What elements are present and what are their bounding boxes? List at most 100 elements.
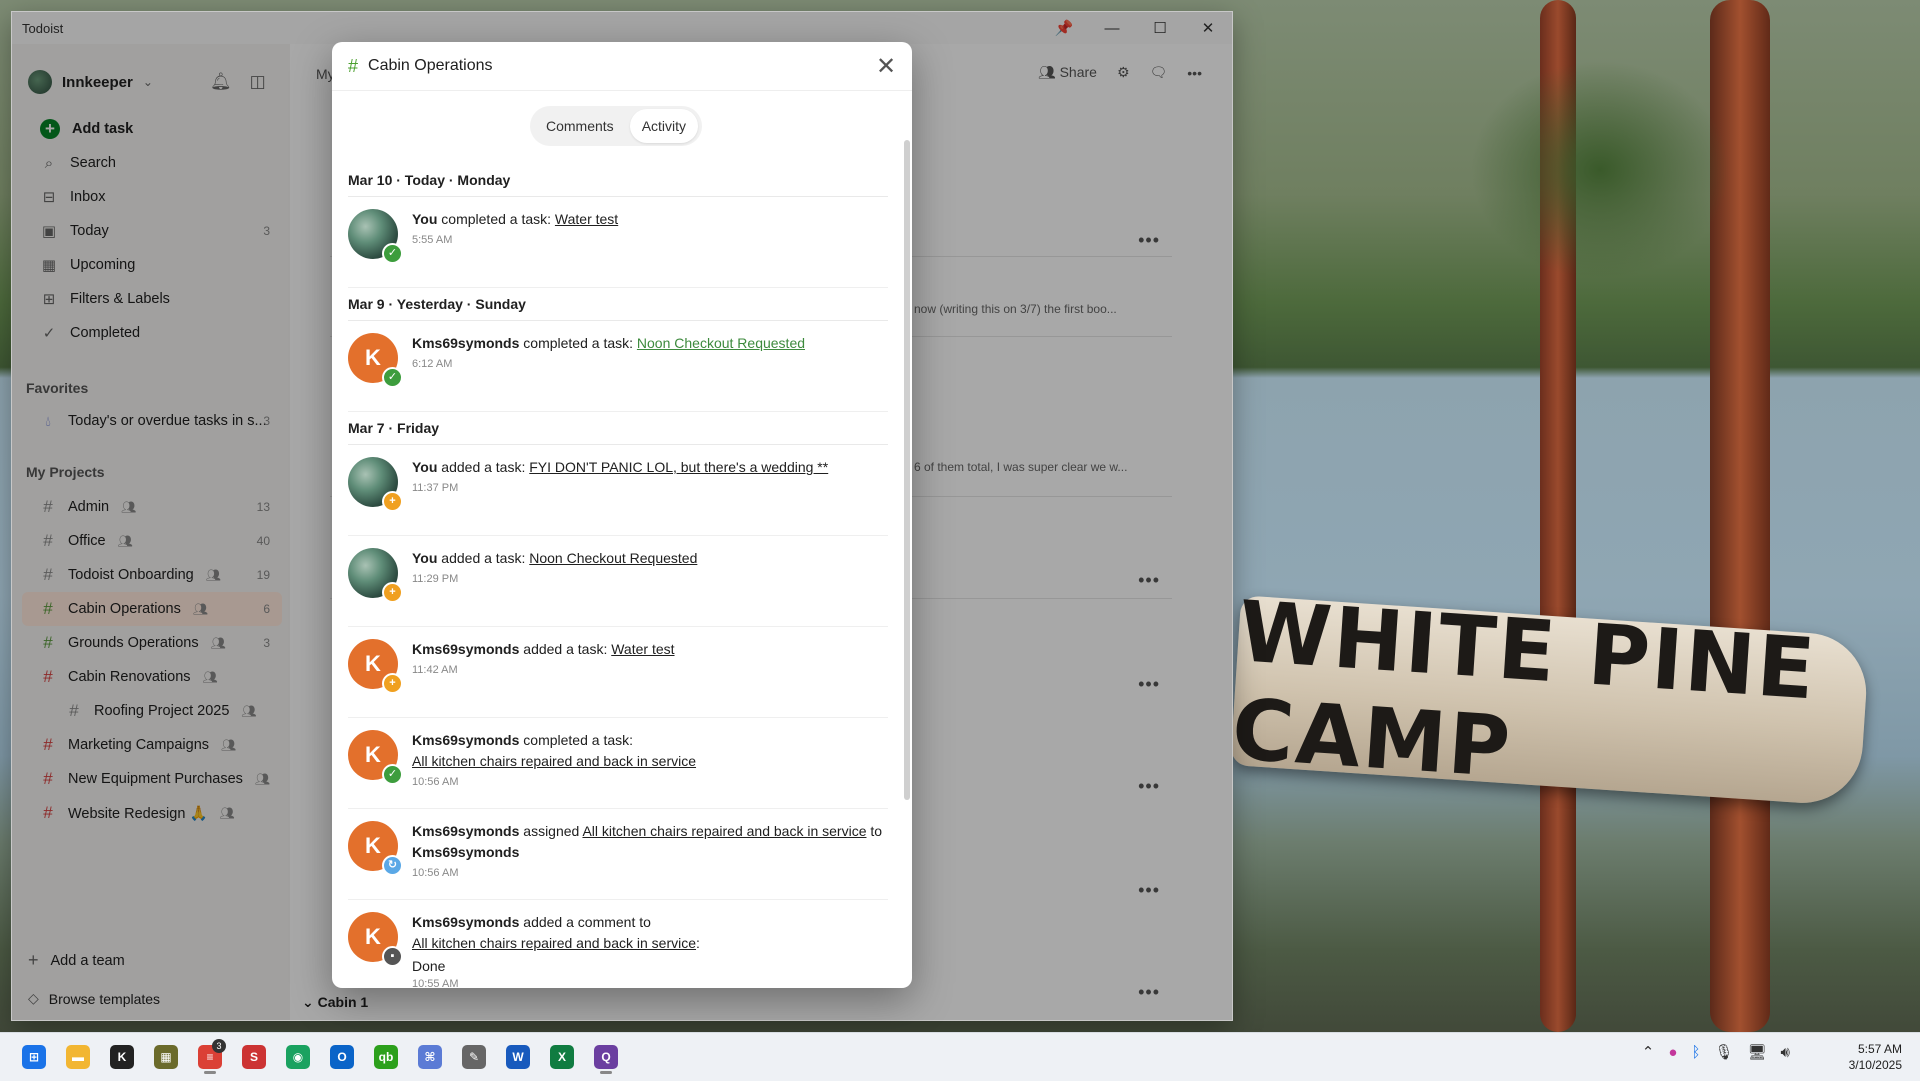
task-link[interactable]: All kitchen chairs repaired and back in … (412, 935, 696, 951)
word-button[interactable]: W (500, 1039, 536, 1075)
activity-time: 5:55 AM (412, 234, 453, 246)
comments-icon[interactable]: 🗨︎ (1150, 64, 1168, 81)
activity-action: completed a task: (523, 335, 634, 351)
app-purple-button[interactable]: Q (588, 1039, 624, 1075)
excel-button[interactable]: X (544, 1039, 580, 1075)
project-item[interactable]: # Marketing Campaigns 👥︎ (22, 728, 282, 762)
shared-people-icon: 👥︎ (254, 772, 271, 786)
bell-icon[interactable]: 🔔︎ (210, 72, 232, 92)
excel-icon: X (550, 1045, 574, 1069)
task-link[interactable]: FYI DON'T PANIC LOL, but there's a weddi… (529, 459, 828, 475)
browse-templates-button[interactable]: ◇ Browse templates (28, 990, 160, 1007)
main-nav: + Add task ⌕ Search ⊟ Inbox ▣ Today 3 ▦ … (22, 112, 282, 350)
bluetooth-icon[interactable]: ᛒ (1691, 1044, 1700, 1061)
more-icon[interactable]: ••• (1187, 65, 1202, 81)
chevron-up-icon[interactable]: ⌃ (1642, 1043, 1655, 1061)
app-tray-icon[interactable]: ● (1668, 1044, 1677, 1061)
section-header[interactable]: ⌄ Cabin 1 (302, 994, 368, 1011)
project-label: Todoist Onboarding (68, 567, 194, 583)
sidebar-toggle-icon[interactable]: ◫ (250, 72, 266, 92)
project-label: Admin (68, 499, 110, 515)
task-more-icon[interactable]: ••• (1138, 674, 1160, 695)
view-options-icon[interactable]: ⚙ (1117, 64, 1130, 81)
quickbooks-button[interactable]: qb (368, 1039, 404, 1075)
nav-search[interactable]: ⌕ Search (22, 146, 282, 180)
project-item[interactable]: # New Equipment Purchases 👥︎ (22, 762, 282, 796)
shared-people-icon: 👥︎ (202, 670, 218, 684)
task-more-icon[interactable]: ••• (1138, 880, 1160, 901)
app-k-button[interactable]: K (104, 1039, 140, 1075)
activity-action: added a task: (523, 641, 608, 657)
project-item[interactable]: # Admin 👥︎ 13 (22, 490, 282, 524)
task-more-icon[interactable]: ••• (1138, 570, 1160, 591)
projects-heading[interactable]: My Projects (26, 464, 105, 480)
project-item[interactable]: # Roofing Project 2025 👥︎ (22, 694, 282, 728)
taskbar-apps: ⊞ ▬ K ▦ ≡ 3 S ◉ Oqb ⌘ ✎ W X Q (16, 1039, 624, 1075)
add-team-button[interactable]: + Add a team (28, 950, 125, 971)
project-activity-dialog: # Cabin Operations ✕ Comments Activity M… (332, 42, 912, 988)
task-link[interactable]: All kitchen chairs repaired and back in … (412, 753, 696, 769)
network-icon[interactable]: 🖥︎ (1748, 1043, 1767, 1061)
add-task-button[interactable]: + Add task (22, 112, 282, 146)
maximize-button[interactable]: ☐ (1136, 12, 1184, 44)
notification-badge: 3 (212, 1039, 226, 1053)
chrome-button[interactable]: ◉ (280, 1039, 316, 1075)
dialog-header: # Cabin Operations ✕ (332, 42, 912, 91)
favorite-item[interactable]: 💧︎ Today's or overdue tasks in s... 3 (22, 404, 282, 438)
activity-text: You added a task: FYI DON'T PANIC LOL, b… (412, 457, 888, 478)
pin-icon[interactable]: 📌 (1040, 12, 1088, 44)
close-window-button[interactable]: ✕ (1184, 12, 1232, 44)
share-label: Share (1059, 64, 1097, 80)
project-hash-icon: # (43, 735, 53, 754)
tab-comments[interactable]: Comments (534, 109, 626, 143)
volume-icon[interactable]: 🔊︎ (1781, 1044, 1790, 1061)
app-calculator-button[interactable]: ▦ (148, 1039, 184, 1075)
file-explorer-button[interactable]: ▬ (60, 1039, 96, 1075)
activity-action: added a task: (441, 550, 526, 566)
tab-activity[interactable]: Activity (629, 109, 699, 143)
clock[interactable]: 5:57 AM 3/10/2025 (1849, 1041, 1902, 1073)
actor-name: You (412, 211, 438, 227)
assign-badge-icon: ↻ (382, 855, 403, 876)
done-badge-icon: ✓ (382, 243, 403, 264)
task-more-icon[interactable]: ••• (1138, 982, 1160, 1003)
project-item[interactable]: # Cabin Renovations 👥︎ (22, 660, 282, 694)
task-link[interactable]: Noon Checkout Requested (529, 550, 697, 566)
minimize-button[interactable]: — (1088, 12, 1136, 44)
project-item[interactable]: # Todoist Onboarding 👥︎ 19 (22, 558, 282, 592)
app-tools-button[interactable]: ✎ (456, 1039, 492, 1075)
task-more-icon[interactable]: ••• (1138, 776, 1160, 797)
nav-inbox[interactable]: ⊟ Inbox (22, 180, 282, 214)
outlook-button[interactable]: O (324, 1039, 360, 1075)
nav-filters-labels[interactable]: ⊞ Filters & Labels (22, 282, 282, 316)
nav-completed[interactable]: ✓ Completed (22, 316, 282, 350)
sidebar: Innkeeper ⌄ 🔔︎ ◫ + Add task ⌕ Search ⊟ I… (12, 44, 290, 1020)
todoist-app-button[interactable]: ≡ 3 (192, 1039, 228, 1075)
task-link[interactable]: Water test (555, 211, 618, 227)
favorites-heading[interactable]: Favorites (26, 380, 88, 396)
activity-text: Kms69symonds completed a task: All kitche… (412, 730, 888, 772)
share-button[interactable]: 👥︎ Share (1038, 64, 1097, 81)
user-menu[interactable]: Innkeeper ⌄ (28, 70, 153, 94)
scrollbar[interactable] (904, 140, 910, 800)
project-item[interactable]: # Cabin Operations 👥︎ 6 (22, 592, 282, 626)
browse-templates-label: Browse templates (48, 990, 161, 1007)
task-link[interactable]: Noon Checkout Requested (637, 335, 805, 351)
nav-upcoming[interactable]: ▦ Upcoming (22, 248, 282, 282)
actor-name: You (412, 550, 438, 566)
project-item[interactable]: # Office 👥︎ 40 (22, 524, 282, 558)
activity-action: added a comment to (523, 914, 651, 930)
task-more-icon[interactable]: ••• (1138, 230, 1160, 251)
microphone-icon[interactable]: 🎙︎ (1714, 1043, 1733, 1061)
app-red-button[interactable]: S (236, 1039, 272, 1075)
inbox-icon: ⊟ (42, 189, 56, 206)
close-icon[interactable]: ✕ (872, 52, 900, 81)
start-button-button[interactable]: ⊞ (16, 1039, 52, 1075)
task-link[interactable]: All kitchen chairs repaired and back in … (582, 823, 866, 839)
task-link[interactable]: Water test (611, 641, 674, 657)
project-item[interactable]: # Website Redesign 🙏 👥︎ (22, 796, 282, 830)
project-item[interactable]: # Grounds Operations 👥︎ 3 (22, 626, 282, 660)
nav-today[interactable]: ▣ Today 3 (22, 214, 282, 248)
activity-text: Kms69symonds assigned All kitchen chairs… (412, 821, 888, 863)
app-network-button[interactable]: ⌘ (412, 1039, 448, 1075)
